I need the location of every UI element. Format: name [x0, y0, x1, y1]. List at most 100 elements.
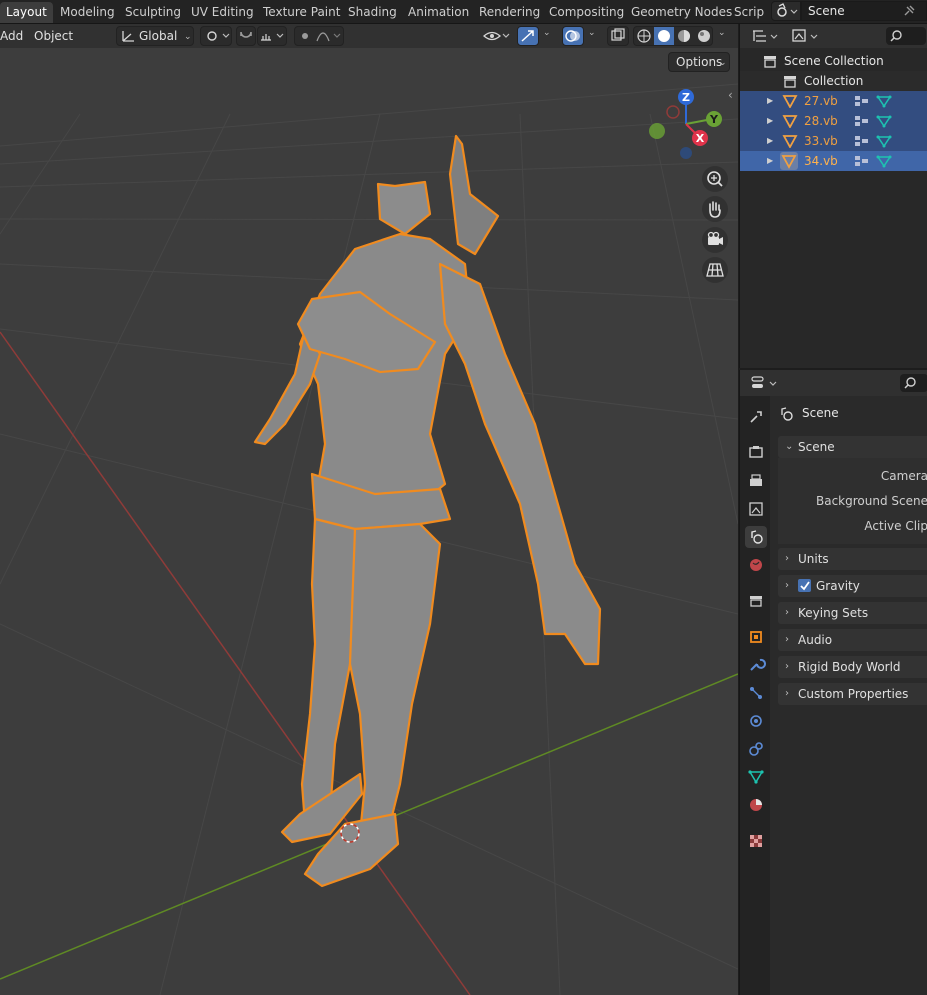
- tab-geometry-nodes[interactable]: Geometry Nodes: [625, 2, 738, 23]
- tab-physics[interactable]: [745, 710, 767, 732]
- camera-view-button[interactable]: [702, 227, 728, 253]
- pivot-point-button[interactable]: [200, 26, 232, 46]
- tab-sculpting[interactable]: Sculpting: [119, 2, 187, 23]
- properties-search-field[interactable]: [900, 374, 927, 392]
- panel-title: Rigid Body World: [798, 660, 901, 674]
- panel-keying-sets-header[interactable]: › Keying Sets: [778, 602, 927, 624]
- chevron-right-icon: ›: [785, 580, 789, 591]
- tab-particles[interactable]: [745, 682, 767, 704]
- tab-animation[interactable]: Animation: [402, 2, 475, 23]
- chevron-down-icon[interactable]: ⌄: [718, 28, 726, 38]
- display-mode-icon[interactable]: [790, 27, 820, 45]
- tab-world[interactable]: [745, 554, 767, 576]
- transform-orientation-dropdown[interactable]: Global ⌄: [116, 26, 194, 46]
- scene-selector[interactable]: Scene: [771, 1, 927, 21]
- xray-toggle[interactable]: [607, 26, 629, 46]
- tab-texture-paint[interactable]: Texture Paint: [257, 2, 346, 23]
- tab-object[interactable]: [745, 626, 767, 648]
- expand-arrow-icon[interactable]: ▶: [767, 151, 773, 171]
- chevron-down-icon[interactable]: ⌄: [588, 28, 596, 38]
- tab-modeling[interactable]: Modeling: [54, 2, 121, 23]
- zoom-button[interactable]: [702, 166, 728, 192]
- proportional-editing-button[interactable]: [294, 26, 344, 46]
- tab-modifiers[interactable]: [745, 654, 767, 676]
- snap-target-dropdown[interactable]: [257, 26, 287, 46]
- panel-title: Keying Sets: [798, 606, 869, 620]
- pin-icon[interactable]: [901, 3, 917, 19]
- pan-button[interactable]: [702, 196, 728, 222]
- tab-render[interactable]: [745, 441, 767, 463]
- panel-audio-header[interactable]: › Audio: [778, 629, 927, 651]
- mesh-object-icon: [782, 95, 798, 108]
- collection-box-icon: [764, 56, 776, 68]
- viewport-scene: [0, 83, 738, 995]
- menu-object[interactable]: Object: [34, 27, 73, 45]
- rendered-shading-icon: [698, 30, 710, 42]
- outliner-header: [740, 24, 927, 48]
- menu-add[interactable]: Add: [0, 27, 23, 45]
- outliner-row-scene-collection[interactable]: Scene Collection: [740, 51, 927, 71]
- panel-title: Gravity: [816, 579, 860, 593]
- outliner-search-field[interactable]: [886, 27, 926, 45]
- outliner-label: 28.vb: [804, 114, 838, 128]
- overlays-toggle[interactable]: [562, 26, 584, 46]
- outliner-row-object-active[interactable]: ▶ 34.vb: [740, 151, 927, 171]
- tab-rendering[interactable]: Rendering: [473, 2, 546, 23]
- outliner-row-object[interactable]: ▶ 27.vb: [740, 91, 927, 111]
- tab-output[interactable]: [745, 470, 767, 492]
- 3d-viewport[interactable]: Add Object Global ⌄ ⌄ ⌄ ⌄ Options ⌄ ‹ Z …: [0, 24, 738, 995]
- chevron-right-icon: ›: [785, 688, 789, 699]
- tab-material[interactable]: [745, 794, 767, 816]
- xray-icon: [611, 28, 625, 41]
- visibility-dropdown[interactable]: [480, 26, 512, 46]
- perspective-toggle-button[interactable]: [702, 257, 728, 283]
- editor-type-icon[interactable]: [750, 27, 780, 45]
- tab-compositing[interactable]: Compositing: [543, 2, 630, 23]
- panel-units-header[interactable]: › Units: [778, 548, 927, 570]
- snap-toggle[interactable]: [236, 26, 256, 46]
- outliner-row-object[interactable]: ▶ 28.vb: [740, 111, 927, 131]
- constraint-icon: [749, 742, 763, 756]
- expand-arrow-icon[interactable]: ▶: [767, 111, 773, 131]
- panel-scene-header[interactable]: ⌄ Scene: [778, 436, 927, 458]
- gravity-checkbox[interactable]: [798, 579, 812, 593]
- expand-arrow-icon[interactable]: ▶: [767, 91, 773, 111]
- material-icon: [750, 799, 762, 811]
- tab-uv-editing[interactable]: UV Editing: [185, 2, 260, 23]
- panel-custom-properties-header[interactable]: › Custom Properties: [778, 683, 927, 705]
- shading-modes: [637, 27, 710, 45]
- properties-breadcrumb: Scene: [778, 404, 927, 424]
- chevron-down-icon[interactable]: ⌄: [543, 28, 551, 38]
- options-button[interactable]: Options ⌄: [668, 52, 730, 72]
- tab-tool[interactable]: [745, 406, 767, 428]
- wireframe-shading-icon: [637, 29, 651, 43]
- scene-icon: [781, 407, 793, 421]
- outliner-row-object[interactable]: ▶ 33.vb: [740, 131, 927, 151]
- z-axis-label: Z: [682, 91, 690, 104]
- orientation-icon: [122, 31, 134, 42]
- panel-rigid-body-world-header[interactable]: › Rigid Body World: [778, 656, 927, 678]
- tab-shading[interactable]: Shading: [342, 2, 403, 23]
- tab-view-layer[interactable]: [745, 498, 767, 520]
- properties-tab-strip: [740, 396, 770, 995]
- panel-scene-body: Camera Background Scene Active Clip: [778, 458, 927, 544]
- chevron-down-icon: ⌄: [785, 441, 794, 452]
- options-label: Options: [676, 55, 723, 69]
- image-icon: [749, 502, 763, 516]
- orientation-label: Global: [139, 29, 178, 43]
- tab-data[interactable]: [745, 766, 767, 788]
- tab-texture[interactable]: [745, 830, 767, 852]
- navigation-gizmo[interactable]: Z Y X: [644, 84, 736, 166]
- expand-arrow-icon[interactable]: ▶: [767, 131, 773, 151]
- tab-layout[interactable]: Layout: [0, 2, 53, 23]
- gizmo-toggle[interactable]: [517, 26, 539, 46]
- outliner-row-collection[interactable]: Collection: [740, 71, 927, 91]
- shading-mode-group[interactable]: [633, 26, 713, 46]
- tab-collection[interactable]: [745, 590, 767, 612]
- scene-browse-button[interactable]: [771, 1, 801, 21]
- tab-scene[interactable]: [745, 526, 767, 548]
- tab-scripting[interactable]: Scrip: [728, 2, 770, 23]
- editor-type-icon[interactable]: [750, 374, 780, 392]
- tab-constraints[interactable]: [745, 738, 767, 760]
- panel-gravity-header[interactable]: › Gravity: [778, 575, 927, 597]
